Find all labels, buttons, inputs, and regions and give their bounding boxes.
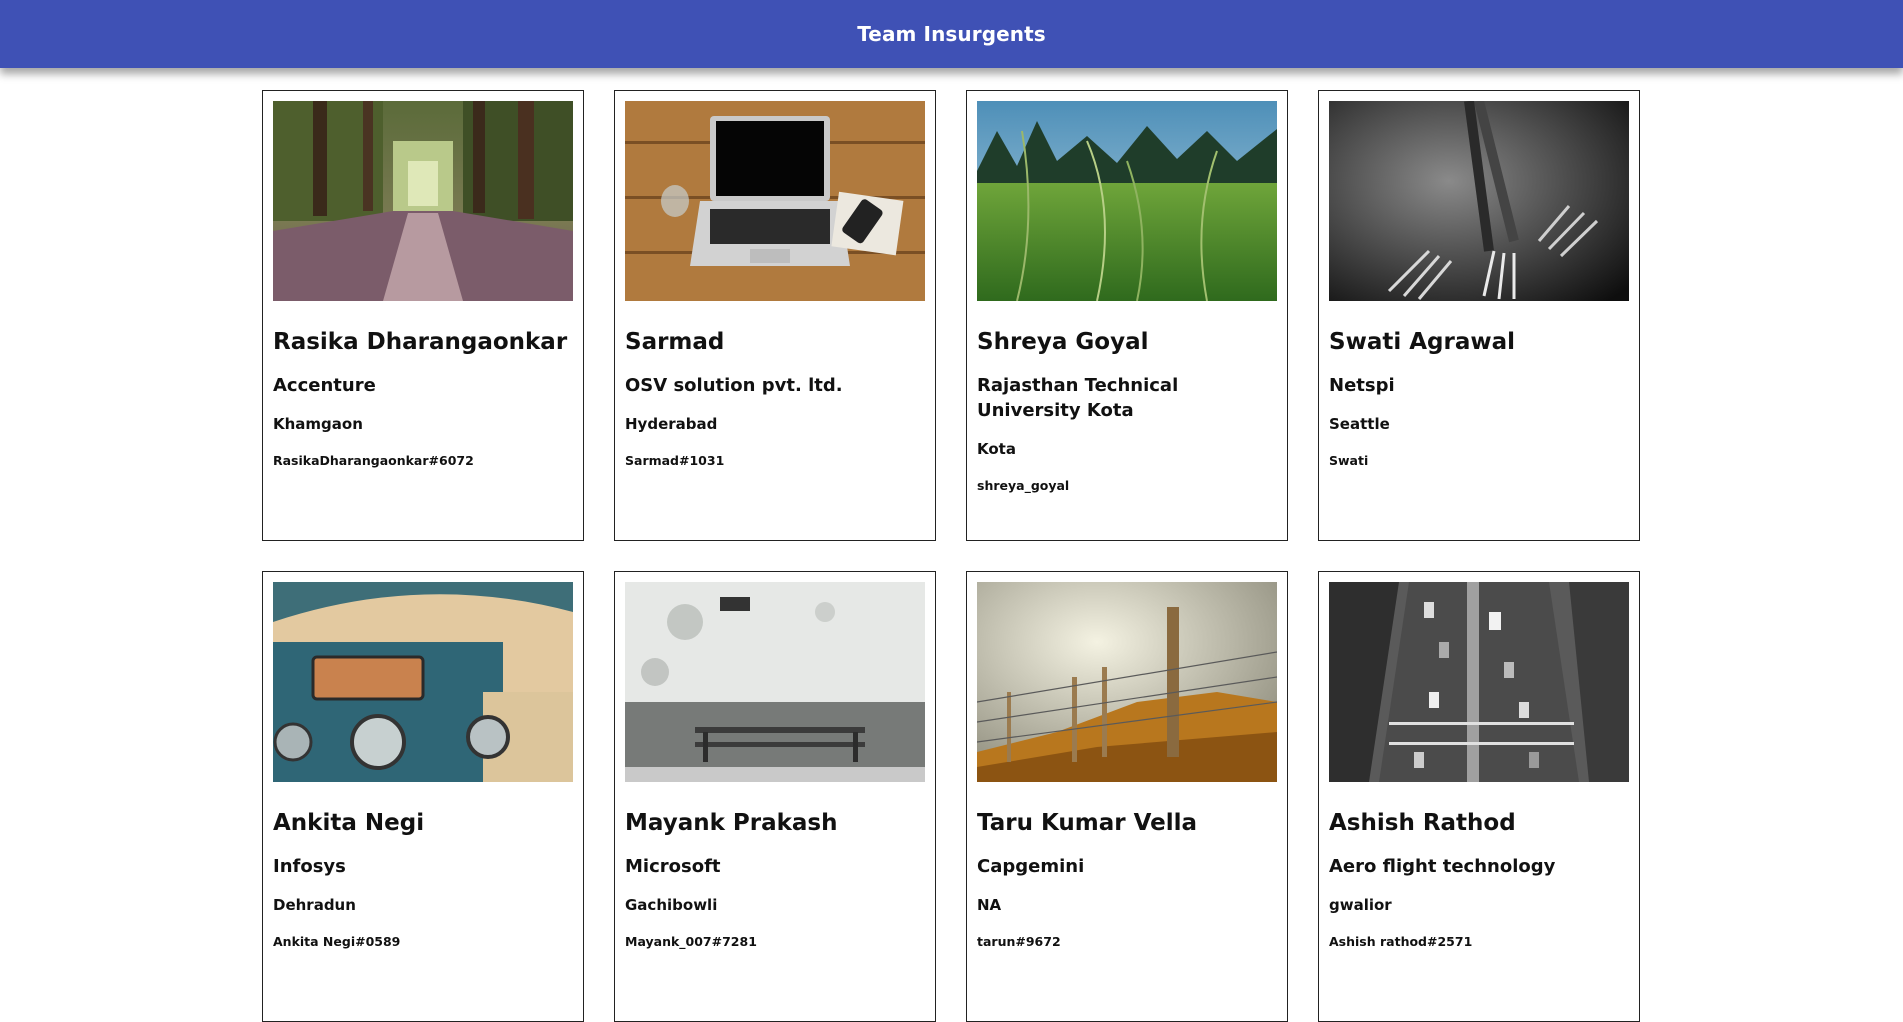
member-city: Kota: [977, 440, 1016, 458]
member-company: Netspi: [1329, 375, 1395, 396]
member-company: Capgemini: [977, 856, 1085, 877]
member-name: Rasika Dharangaonkar: [273, 329, 568, 355]
member-company: Microsoft: [625, 856, 721, 877]
member-city: NA: [977, 896, 1002, 914]
member-city: Dehradun: [273, 896, 356, 914]
member-card: Taru Kumar Vella Capgemini NA tarun#9672: [966, 571, 1288, 1022]
member-name: Swati Agrawal: [1329, 329, 1515, 355]
member-company: Accenture: [273, 375, 376, 396]
member-handle: Swati: [1329, 453, 1369, 468]
member-name: Ashish Rathod: [1329, 810, 1516, 836]
member-company: OSV solution pvt. ltd.: [625, 375, 843, 396]
fence-photo: [977, 582, 1277, 782]
member-card: Sarmad OSV solution pvt. ltd. Hyderabad …: [614, 90, 936, 541]
member-handle: Ashish rathod#2571: [1329, 934, 1473, 949]
member-grid: Rasika Dharangaonkar Accenture Khamgaon …: [262, 90, 1640, 1022]
forks-photo: [1329, 101, 1629, 301]
member-company: Rajasthan Technical University Kota: [977, 375, 1179, 421]
grass-field-photo: [977, 101, 1277, 301]
traffic-road-photo: [1329, 582, 1629, 782]
member-company: Aero flight technology: [1329, 856, 1556, 877]
member-handle: shreya_goyal: [977, 478, 1070, 493]
member-handle: Sarmad#1031: [625, 453, 725, 468]
member-name: Shreya Goyal: [977, 329, 1149, 355]
tuktuk-photo: [273, 582, 573, 782]
member-city: gwalior: [1329, 896, 1392, 914]
member-city: Gachibowli: [625, 896, 718, 914]
member-handle: RasikaDharangaonkar#6072: [273, 453, 474, 468]
member-name: Mayank Prakash: [625, 810, 838, 836]
member-card: Mayank Prakash Microsoft Gachibowli Maya…: [614, 571, 936, 1022]
forest-path-photo: [273, 101, 573, 301]
member-card: Ankita Negi Infosys Dehradun Ankita Negi…: [262, 571, 584, 1022]
app-bar: Team Insurgents: [0, 0, 1903, 68]
member-city: Khamgaon: [273, 415, 363, 433]
member-card: Ashish Rathod Aero flight technology gwa…: [1318, 571, 1640, 1022]
member-handle: Mayank_007#7281: [625, 934, 757, 949]
member-name: Ankita Negi: [273, 810, 425, 836]
member-handle: Ankita Negi#0589: [273, 934, 401, 949]
laptop-desk-photo: [625, 101, 925, 301]
member-city: Hyderabad: [625, 415, 718, 433]
member-card: Rasika Dharangaonkar Accenture Khamgaon …: [262, 90, 584, 541]
member-card: Shreya Goyal Rajasthan Technical Univers…: [966, 90, 1288, 541]
member-name: Taru Kumar Vella: [977, 810, 1198, 836]
member-company: Infosys: [273, 856, 346, 877]
member-city: Seattle: [1329, 415, 1390, 433]
member-card: Swati Agrawal Netspi Seattle Swati: [1318, 90, 1640, 541]
member-name: Sarmad: [625, 329, 725, 355]
app-title: Team Insurgents: [857, 22, 1046, 46]
bench-wall-photo: [625, 582, 925, 782]
member-handle: tarun#9672: [977, 934, 1061, 949]
